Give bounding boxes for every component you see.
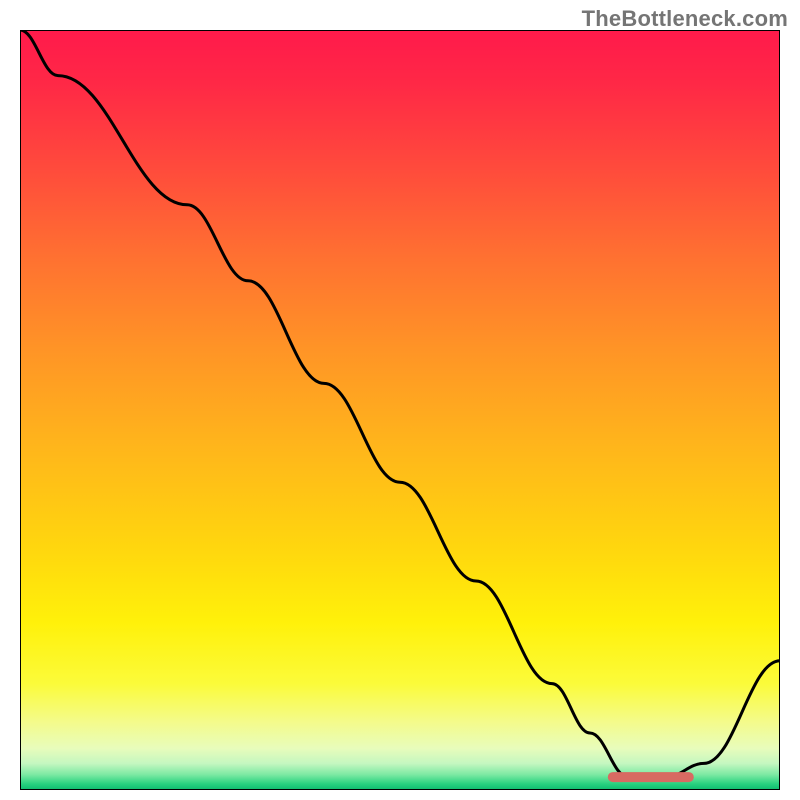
chart-svg — [20, 30, 780, 790]
gradient-background — [20, 30, 780, 790]
watermark-text: TheBottleneck.com — [582, 6, 788, 32]
chart-container: TheBottleneck.com — [0, 0, 800, 800]
plot-area — [20, 30, 780, 790]
